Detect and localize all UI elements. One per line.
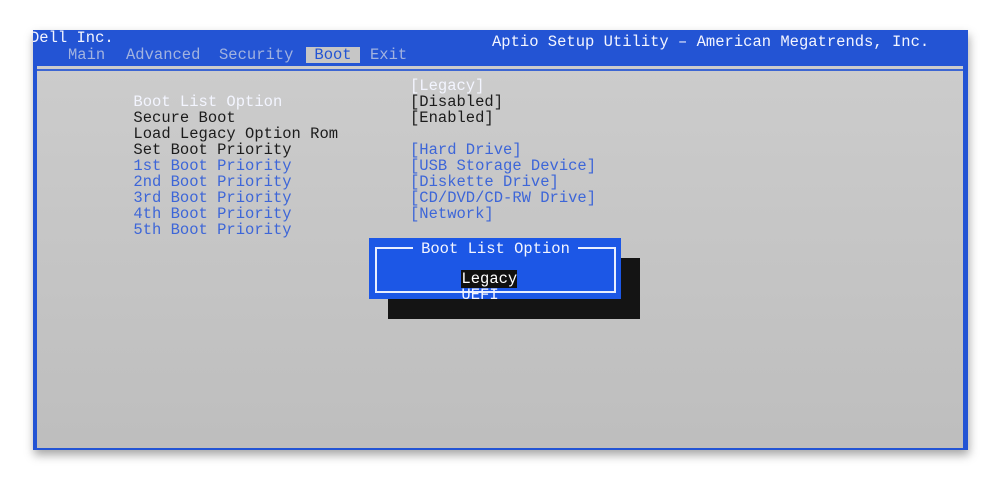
setting-value[interactable]: [Legacy] bbox=[410, 78, 484, 94]
setting-value[interactable]: [Diskette Drive] bbox=[410, 174, 559, 190]
section-heading-set-boot-priority: Set Boot Priority bbox=[59, 126, 919, 158]
setting-value[interactable]: [CD/DVD/CD-RW Drive] bbox=[410, 190, 596, 206]
setting-value[interactable]: [Hard Drive] bbox=[410, 142, 522, 158]
tab-main[interactable]: Main bbox=[68, 47, 105, 63]
setting-value[interactable]: [USB Storage Device] bbox=[410, 158, 596, 174]
popup-title-bar: Boot List Option bbox=[375, 240, 616, 257]
setting-5th-boot-priority[interactable]: 5th Boot Priority [Network] bbox=[59, 206, 919, 238]
boot-list-option-popup: Boot List Option Legacy UEFI bbox=[369, 238, 621, 303]
setting-value[interactable]: [Disabled] bbox=[410, 94, 503, 110]
setting-value[interactable]: [Network] bbox=[410, 206, 494, 222]
tab-security[interactable]: Security bbox=[219, 47, 293, 63]
utility-title: Aptio Setup Utility – American Megatrend… bbox=[492, 33, 930, 51]
setting-3rd-boot-priority[interactable]: 3rd Boot Priority [Diskette Drive] bbox=[59, 174, 919, 206]
setting-boot-list-option[interactable]: Boot List Option [Legacy] bbox=[59, 78, 919, 110]
popup-option-row-legacy[interactable]: Legacy bbox=[387, 255, 518, 288]
panel-frame-line bbox=[37, 69, 963, 71]
setting-label: 5th Boot Priority bbox=[133, 221, 292, 239]
setting-value[interactable]: [Enabled] bbox=[410, 110, 494, 126]
bios-screen: Dell Inc. Aptio Setup Utility – American… bbox=[33, 30, 968, 450]
boot-settings-panel: Boot List Option [Legacy] Secure Boot [D… bbox=[37, 66, 963, 448]
vendor-name: Dell Inc. bbox=[33, 30, 114, 47]
popup-option-row-uefi[interactable]: UEFI bbox=[387, 271, 498, 303]
setting-1st-boot-priority[interactable]: 1st Boot Priority [Hard Drive] bbox=[59, 142, 919, 174]
popup-option-uefi[interactable]: UEFI bbox=[461, 286, 498, 304]
setting-2nd-boot-priority[interactable]: 2nd Boot Priority [USB Storage Device] bbox=[59, 158, 919, 190]
setting-secure-boot[interactable]: Secure Boot [Disabled] bbox=[59, 94, 919, 126]
tab-advanced[interactable]: Advanced bbox=[126, 47, 200, 63]
setting-4th-boot-priority[interactable]: 4th Boot Priority [CD/DVD/CD-RW Drive] bbox=[59, 190, 919, 222]
tab-boot[interactable]: Boot bbox=[306, 47, 360, 63]
setting-load-legacy-option-rom[interactable]: Load Legacy Option Rom [Enabled] bbox=[59, 110, 919, 142]
boot-settings-list: Boot List Option [Legacy] Secure Boot [D… bbox=[59, 78, 919, 238]
tab-exit[interactable]: Exit bbox=[370, 47, 407, 63]
